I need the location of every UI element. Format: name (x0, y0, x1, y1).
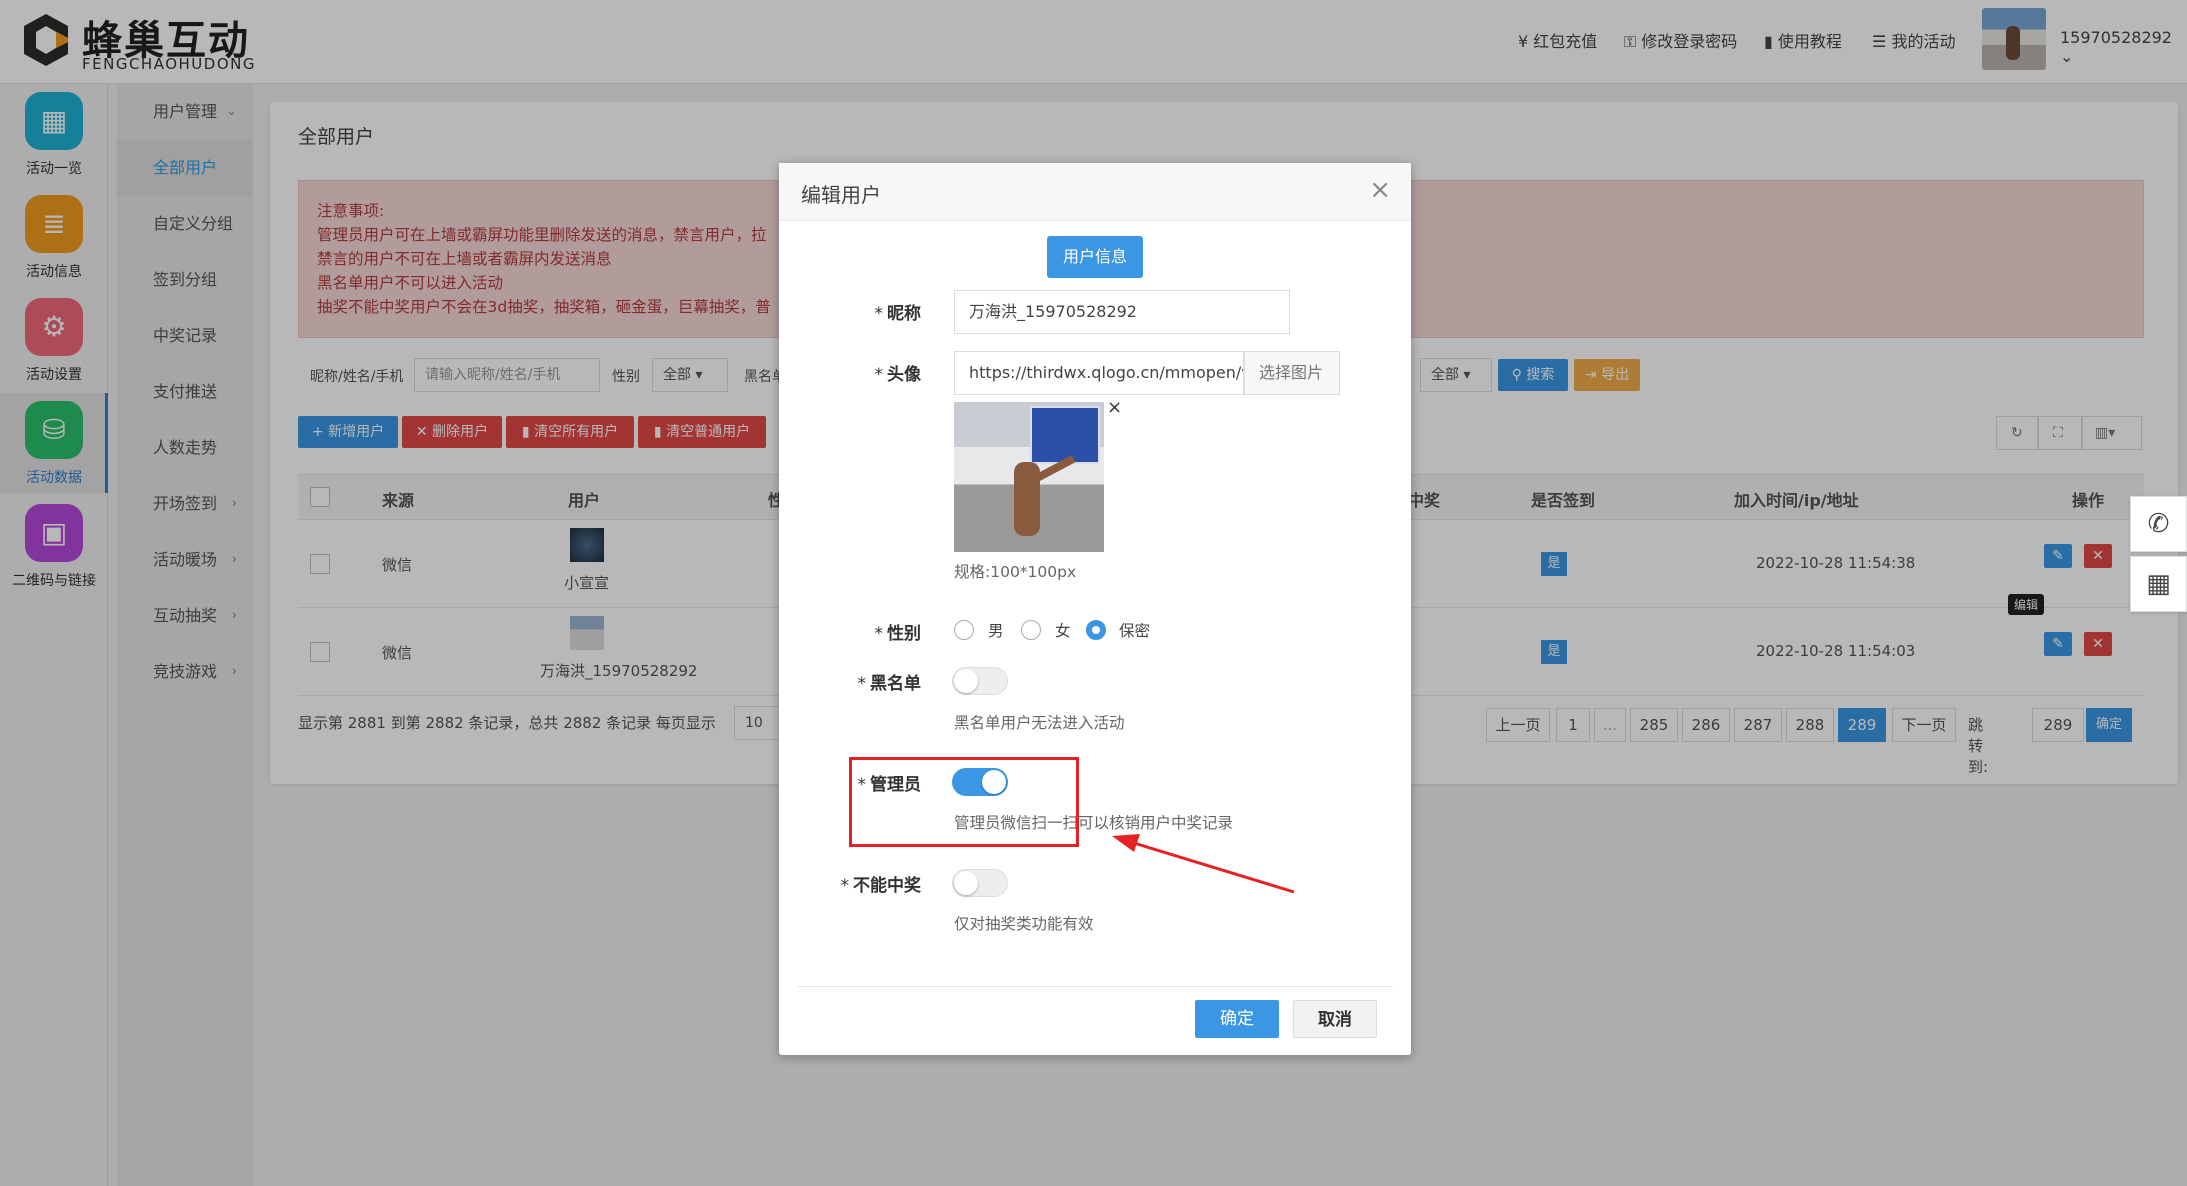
cancel-button[interactable]: 取消 (1293, 1000, 1377, 1038)
blacklist-hint: 黑名单用户无法进入活动 (954, 714, 1125, 732)
gender-option-label: 女 (1055, 622, 1071, 640)
confirm-button[interactable]: 确定 (1195, 1000, 1279, 1038)
annotation-highlight-box (849, 757, 1079, 847)
blacklist-label: * 黑名单 (857, 674, 922, 694)
gender-option-label: 保密 (1119, 622, 1151, 640)
gender-radio-male[interactable] (954, 620, 974, 640)
gender-label: * 性别 (874, 624, 922, 644)
avatar-label: * 头像 (874, 365, 922, 385)
gender-radio-female[interactable] (1021, 620, 1041, 640)
modal-header: 编辑用户 × (779, 163, 1411, 221)
modal-divider (797, 986, 1393, 987)
gender-option-label: 男 (988, 622, 1004, 640)
remove-avatar-icon[interactable]: × (1107, 397, 1122, 418)
avatar-spec: 规格:100*100px (954, 563, 1077, 581)
avatar-preview (954, 402, 1104, 552)
gender-radio-secret[interactable] (1086, 620, 1106, 640)
phone-icon: ✆ (2147, 509, 2170, 539)
avatar-url-field[interactable]: https://thirdwx.qlogo.cn/mmopen/vi_ (954, 351, 1244, 395)
qrcode-icon: ▦ (2146, 569, 2171, 599)
no-win-hint: 仅对抽奖类功能有效 (954, 915, 1094, 933)
select-image-button[interactable]: 选择图片 (1244, 351, 1340, 395)
blacklist-toggle[interactable] (952, 667, 1008, 695)
tab-user-info[interactable]: 用户信息 (1047, 236, 1143, 278)
nickname-field[interactable]: 万海洪_15970528292 (954, 290, 1290, 334)
nickname-label: * 昵称 (874, 304, 922, 324)
qrcode-button[interactable]: ▦ (2130, 556, 2187, 612)
close-icon[interactable]: × (1369, 175, 1391, 205)
no-win-label: * 不能中奖 (840, 876, 922, 896)
modal-title: 编辑用户 (801, 183, 881, 207)
edit-user-modal: 编辑用户 × 用户信息 * 昵称 万海洪_15970528292 * 头像 http… (779, 163, 1411, 1055)
phone-button[interactable]: ✆ (2130, 496, 2187, 552)
no-win-toggle[interactable] (952, 869, 1008, 897)
